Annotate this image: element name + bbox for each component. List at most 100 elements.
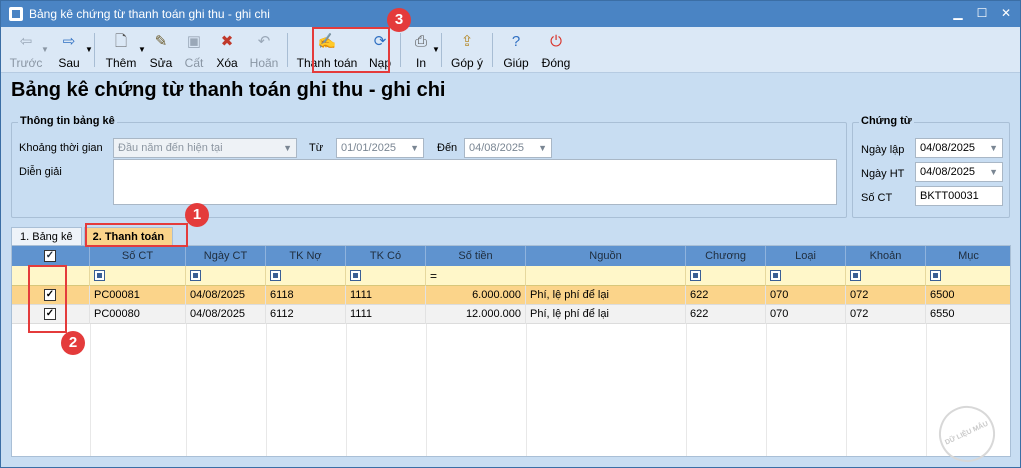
- edit-button[interactable]: ✎ Sửa: [144, 27, 178, 71]
- filter-icon[interactable]: [850, 270, 861, 281]
- toolbar-separator: [94, 33, 95, 67]
- arrow-right-icon: ⇨: [62, 33, 76, 50]
- title-bar: Bảng kê chứng từ thanh toán ghi thu - gh…: [1, 1, 1020, 27]
- chevron-down-icon: ▼: [283, 143, 292, 153]
- delete-button[interactable]: ✖ Xóa: [210, 27, 244, 71]
- undo-button[interactable]: ↶ Hoãn: [244, 27, 284, 71]
- page-title: Bảng kê chứng từ thanh toán ghi thu - gh…: [11, 79, 446, 101]
- voucher-number-field[interactable]: BKTT00031: [915, 186, 1003, 206]
- filter-icon[interactable]: [350, 270, 361, 281]
- column-header[interactable]: TK Nợ: [266, 246, 346, 266]
- chevron-down-icon[interactable]: ▼: [432, 45, 440, 54]
- feedback-button[interactable]: ⇪ Góp ý: [445, 27, 489, 71]
- filter-cell[interactable]: [186, 266, 266, 286]
- print-button[interactable]: ⎙ In ▼: [404, 27, 440, 71]
- accounting-date-field[interactable]: 04/08/2025 ▼: [915, 162, 1003, 182]
- help-icon: ?: [511, 33, 521, 50]
- description-label: Diễn giải: [19, 166, 62, 178]
- toolbar-separator: [441, 33, 442, 67]
- column-header[interactable]: Loại: [766, 246, 846, 266]
- back-button[interactable]: ⇦ Trước ▼: [5, 27, 49, 71]
- maximize-icon[interactable]: ☐: [974, 5, 990, 21]
- highlight-payment-tab: [85, 223, 188, 247]
- filter-cell[interactable]: [526, 266, 686, 286]
- description-field[interactable]: [113, 159, 837, 205]
- select-all-checkbox[interactable]: ✓: [44, 250, 56, 262]
- highlight-payment-button: [312, 27, 390, 73]
- toolbar-separator: [492, 33, 493, 67]
- cell-loai: 070: [766, 305, 846, 324]
- minimize-icon[interactable]: ▁: [950, 5, 966, 21]
- filter-cell[interactable]: [766, 266, 846, 286]
- voucher-date-field[interactable]: 04/08/2025 ▼: [915, 138, 1003, 158]
- filter-icon[interactable]: [94, 270, 105, 281]
- filter-icon[interactable]: [770, 270, 781, 281]
- toolbar-separator: [287, 33, 288, 67]
- from-date-field[interactable]: 01/01/2025 ▼: [336, 138, 424, 158]
- column-header[interactable]: TK Có: [346, 246, 426, 266]
- table-row[interactable]: ✓ PC00081 04/08/2025 6118 1111 6.000.000…: [12, 286, 1010, 305]
- cell-muc: 6550: [926, 305, 1010, 324]
- info-group-label: Thông tin bảng kê: [18, 115, 117, 127]
- column-header[interactable]: Số CT: [90, 246, 186, 266]
- new-document-icon: 🗋: [114, 33, 128, 50]
- filter-icon[interactable]: [690, 270, 701, 281]
- add-button[interactable]: 🗋 Thêm ▼: [98, 27, 146, 71]
- chevron-down-icon: ▼: [989, 143, 998, 153]
- toolbar: ⇦ Trước ▼ ⇨ Sau ▼ 🗋 Thêm ▼ ✎ Sửa ▣ Cất ✖…: [1, 27, 1020, 73]
- voucher-date-label: Ngày lập: [861, 144, 905, 156]
- filter-cell[interactable]: [266, 266, 346, 286]
- edit-icon: ✎: [154, 33, 168, 50]
- cell-ngay-ct: 04/08/2025: [186, 305, 266, 324]
- period-label: Khoảng thời gian: [19, 142, 103, 154]
- chevron-down-icon: ▼: [410, 143, 419, 153]
- filter-cell[interactable]: [346, 266, 426, 286]
- close-button[interactable]: ⏻ Đóng: [536, 27, 576, 71]
- grid-header: ✓ Số CT Ngày CT TK Nợ TK Có Số tiền Nguồ…: [12, 246, 1010, 266]
- arrow-left-icon: ⇦: [19, 33, 33, 50]
- help-button[interactable]: ? Giúp: [496, 27, 536, 71]
- filter-icon[interactable]: [190, 270, 201, 281]
- filter-cell[interactable]: [846, 266, 926, 286]
- filter-cell[interactable]: [686, 266, 766, 286]
- chevron-down-icon[interactable]: ▼: [85, 45, 93, 54]
- to-label: Đến: [437, 142, 458, 154]
- delete-icon: ✖: [220, 33, 234, 50]
- callout-badge: 2: [61, 331, 85, 355]
- save-button[interactable]: ▣ Cất: [178, 27, 210, 71]
- close-window-icon[interactable]: ✕: [998, 5, 1014, 21]
- forward-button[interactable]: ⇨ Sau ▼: [47, 27, 93, 71]
- cell-nguon: Phí, lệ phí để lại: [526, 305, 686, 324]
- column-header[interactable]: Số tiền: [426, 246, 526, 266]
- cell-loai: 070: [766, 286, 846, 305]
- cell-tk-no: 6118: [266, 286, 346, 305]
- cell-tk-co: 1111: [346, 305, 426, 324]
- payment-grid: ✓ Số CT Ngày CT TK Nợ TK Có Số tiền Nguồ…: [11, 245, 1011, 457]
- callout-badge: 1: [185, 203, 209, 227]
- column-header[interactable]: Khoản: [846, 246, 926, 266]
- window-title: Bảng kê chứng từ thanh toán ghi thu - gh…: [29, 7, 270, 21]
- filter-cell[interactable]: =: [426, 266, 526, 286]
- to-date-field[interactable]: 04/08/2025 ▼: [464, 138, 552, 158]
- filter-cell[interactable]: [926, 266, 1010, 286]
- filter-cell[interactable]: [90, 266, 186, 286]
- period-select[interactable]: Đầu năm đến hiện tại ▼: [113, 138, 297, 158]
- tab-list[interactable]: 1. Bảng kê: [11, 227, 82, 245]
- cell-chuong: 622: [686, 286, 766, 305]
- column-header[interactable]: Chương: [686, 246, 766, 266]
- toolbar-separator: [400, 33, 401, 67]
- column-header[interactable]: Nguồn: [526, 246, 686, 266]
- undo-icon: ↶: [257, 33, 271, 50]
- column-header[interactable]: Mục: [926, 246, 1010, 266]
- from-label: Từ: [309, 142, 324, 154]
- cell-so-tien: 12.000.000: [426, 305, 526, 324]
- filter-icon[interactable]: [930, 270, 941, 281]
- cell-khoan: 072: [846, 286, 926, 305]
- filter-row: =: [12, 266, 1010, 286]
- highlight-row-checkboxes: [28, 265, 67, 333]
- column-header[interactable]: Ngày CT: [186, 246, 266, 266]
- cell-ngay-ct: 04/08/2025: [186, 286, 266, 305]
- table-row[interactable]: ✓ PC00080 04/08/2025 6112 1111 12.000.00…: [12, 305, 1010, 324]
- filter-icon[interactable]: [270, 270, 281, 281]
- callout-badge: 3: [387, 8, 411, 32]
